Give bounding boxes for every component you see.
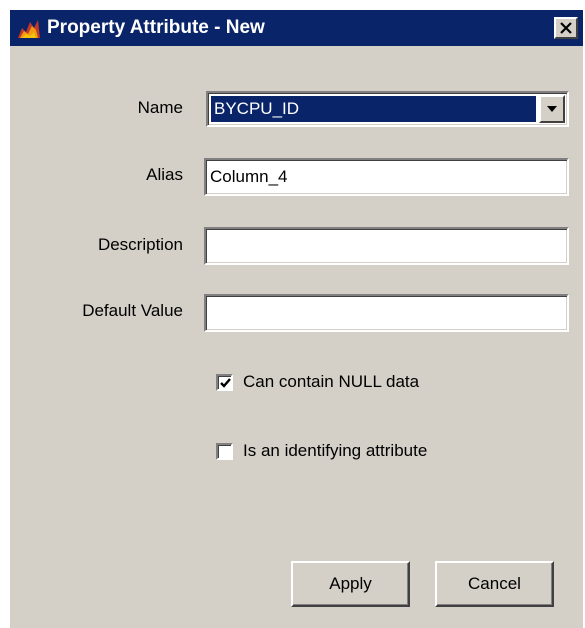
name-selected-value: BYCPU_ID (211, 96, 536, 122)
checkmark-icon (220, 377, 231, 388)
name-dropdown-button[interactable] (539, 95, 565, 123)
property-attribute-dialog: Property Attribute - New Name BYCPU_ID A… (10, 10, 583, 628)
window-title: Property Attribute - New (47, 17, 265, 38)
name-combobox[interactable]: BYCPU_ID (206, 91, 569, 127)
title-bar[interactable]: Property Attribute - New (10, 10, 583, 46)
alias-value: Column_4 (210, 167, 288, 186)
can-contain-null-checkbox[interactable] (216, 373, 233, 391)
app-icon (16, 16, 42, 40)
alias-input[interactable]: Column_4 (204, 158, 569, 196)
apply-button[interactable]: Apply (291, 561, 410, 607)
name-value: BYCPU_ID (214, 99, 300, 118)
description-input[interactable] (204, 227, 569, 265)
can-contain-null-option[interactable]: Can contain NULL data (216, 372, 419, 392)
alias-label: Alias (146, 165, 183, 184)
close-button[interactable] (554, 17, 578, 39)
description-label: Description (97, 235, 183, 254)
default-value-input[interactable] (204, 294, 569, 332)
is-identifying-option[interactable]: Is an identifying attribute (216, 441, 427, 461)
default-value-label: Default Value (82, 301, 183, 320)
cancel-button[interactable]: Cancel (435, 561, 554, 607)
is-identifying-label: Is an identifying attribute (243, 441, 428, 460)
can-contain-null-label: Can contain NULL data (243, 372, 420, 391)
is-identifying-checkbox[interactable] (216, 442, 233, 460)
name-label: Name (137, 98, 183, 117)
